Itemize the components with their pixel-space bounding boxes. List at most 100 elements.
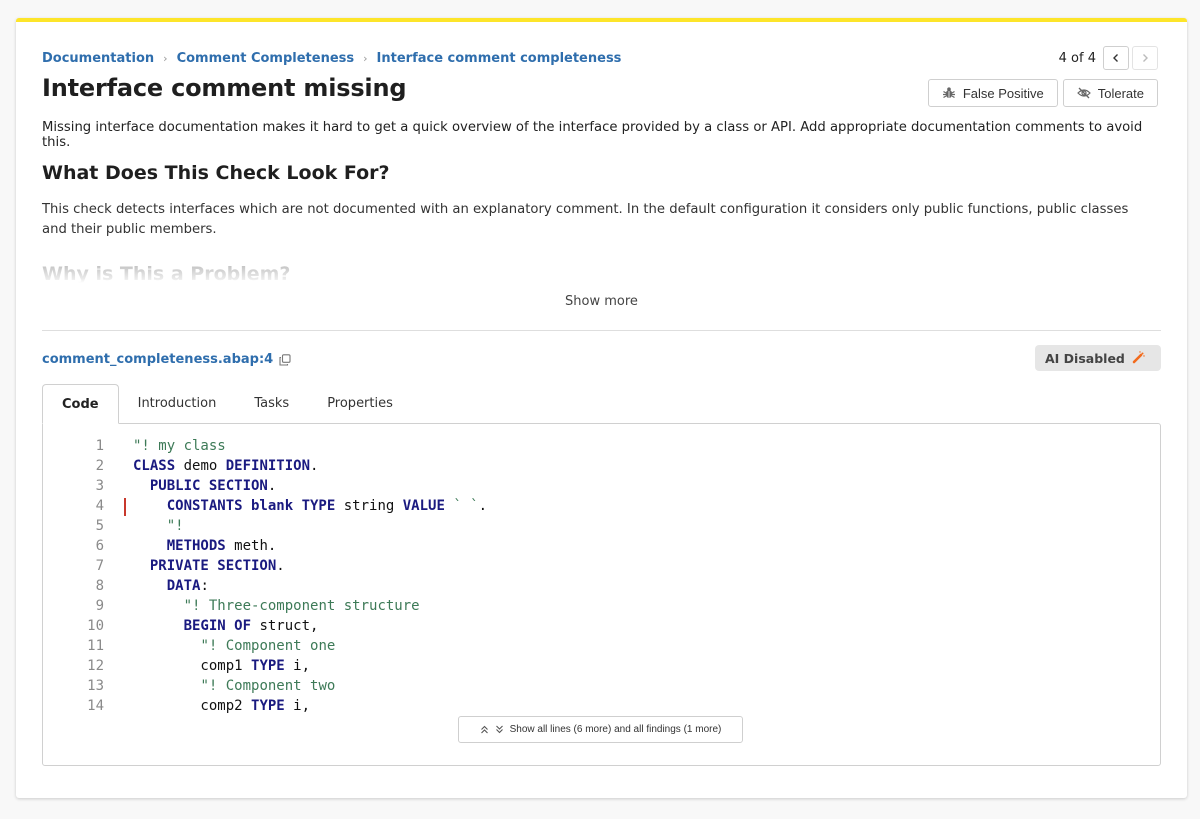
code-line: 5 "! [43, 516, 487, 536]
line-number: 14 [87, 698, 104, 714]
code-keyword: METHODS [166, 538, 226, 554]
code-text: "! [104, 516, 184, 536]
code-token: comp2 [133, 698, 252, 714]
code-line: 13 "! Component two [43, 676, 487, 696]
false-positive-label: False Positive [962, 85, 1044, 101]
eye-slash-icon [1076, 87, 1091, 99]
line-number: 8 [95, 578, 104, 594]
code-line: 3 PUBLIC SECTION. [43, 476, 487, 496]
chevrons-down-icon [495, 725, 503, 734]
ai-status-label: AI Disabled [1045, 350, 1125, 366]
code-token: . [276, 558, 285, 574]
line-number: 7 [95, 558, 104, 574]
code-keyword: PUBLIC SECTION [149, 478, 268, 494]
pager-count: 4 of 4 [1058, 50, 1096, 66]
code-token: . [267, 478, 277, 494]
code-token: comp1 [133, 658, 252, 674]
show-all-lines-button[interactable]: Show all lines (6 more) and all findings… [458, 716, 743, 743]
code-line: 7 PRIVATE SECTION. [43, 556, 487, 576]
show-more-link[interactable]: Show more [16, 294, 1187, 309]
tab-introduction[interactable]: Introduction [119, 384, 236, 424]
code-token: struct, [251, 618, 319, 634]
finding-marker[interactable] [124, 498, 126, 516]
code-keyword: TYPE [251, 698, 285, 714]
file-location-link[interactable]: comment_completeness.abap:4 [42, 352, 273, 367]
code-text: CONSTANTS blank TYPE string VALUE ` `. [104, 496, 487, 516]
detail-tabs: Code Introduction Tasks Properties [42, 384, 412, 424]
chevron-left-icon [1113, 54, 1118, 62]
code-token: string [335, 498, 403, 514]
code-token: . [310, 458, 319, 474]
section-body-what: This check detects interfaces which are … [42, 202, 1129, 237]
code-token: i, [284, 698, 311, 714]
code-comment: "! [166, 518, 184, 534]
code-comment: "! Component two [200, 678, 336, 694]
code-text: METHODS meth. [104, 536, 277, 556]
code-text: DATA: [104, 576, 209, 596]
code-text: "! Component two [104, 676, 335, 696]
tolerate-label: Tolerate [1097, 85, 1144, 101]
chevron-right-icon [1143, 54, 1148, 62]
code-line: 12 comp1 TYPE i, [43, 656, 487, 676]
breadcrumb-documentation[interactable]: Documentation [42, 51, 154, 66]
page-title: Interface comment missing [42, 74, 407, 102]
breadcrumb-comment-completeness[interactable]: Comment Completeness [177, 51, 355, 66]
line-number: 5 [95, 518, 104, 534]
line-number: 9 [95, 598, 104, 614]
line-number: 10 [87, 618, 104, 634]
tab-properties[interactable]: Properties [308, 384, 412, 424]
line-number: 4 [95, 498, 104, 514]
code-line: 11 "! Component one [43, 636, 487, 656]
code-text: "! Three-component structure [104, 596, 420, 616]
code-keyword: PRIVATE SECTION [149, 558, 277, 574]
previous-finding-button[interactable] [1103, 46, 1129, 70]
code-view: 1 "! my class 2 CLASS demo DEFINITION. 3 PUB… [43, 436, 487, 716]
tab-tasks[interactable]: Tasks [235, 384, 308, 424]
breadcrumb-interface-comment-completeness[interactable]: Interface comment completeness [377, 51, 622, 66]
code-text: CLASS demo DEFINITION. [104, 456, 318, 476]
section-heading-what: What Does This Check Look For? [42, 162, 390, 184]
tab-code[interactable]: Code [42, 384, 119, 424]
tolerate-button[interactable]: Tolerate [1062, 79, 1158, 107]
finding-description: Missing interface documentation makes it… [42, 120, 1143, 150]
code-line: 9 "! Three-component structure [43, 596, 487, 616]
line-number: 1 [95, 438, 104, 454]
chevrons-up-icon [480, 725, 488, 734]
code-panel: 1 "! my class 2 CLASS demo DEFINITION. 3 PUB… [42, 423, 1161, 766]
ai-status-badge: AI Disabled [1035, 345, 1161, 371]
copy-icon[interactable] [279, 353, 291, 366]
file-location: comment_completeness.abap:4 [42, 352, 291, 367]
code-token: . [478, 498, 488, 514]
code-comment: "! Component one [200, 638, 336, 654]
finding-pager: 4 of 4 [1059, 46, 1158, 70]
code-text: "! my class [104, 436, 226, 456]
code-keyword: BEGIN OF [183, 618, 252, 634]
code-comment: ` ` [444, 498, 479, 514]
show-all-lines-label: Show all lines (6 more) and all findings… [509, 724, 722, 735]
section-heading-why: Why is This a Problem? [42, 263, 291, 283]
chevron-right-icon: › [163, 52, 168, 65]
code-token: : [200, 578, 209, 594]
code-text: comp2 TYPE i, [104, 696, 310, 716]
next-finding-button[interactable] [1132, 46, 1158, 70]
code-text: PUBLIC SECTION. [104, 476, 276, 496]
line-number: 6 [95, 538, 104, 554]
code-line: 14 comp2 TYPE i, [43, 696, 487, 716]
line-number: 2 [95, 458, 104, 474]
code-keyword: CLASS [133, 458, 176, 474]
divider [42, 330, 1161, 331]
line-number: 13 [87, 678, 104, 694]
code-text: PRIVATE SECTION. [104, 556, 285, 576]
false-positive-button[interactable]: False Positive [927, 79, 1058, 107]
code-line: 8 DATA: [43, 576, 487, 596]
code-token: demo [175, 458, 226, 474]
code-token: meth. [225, 538, 277, 554]
finding-actions: False Positive Tolerate [927, 79, 1158, 107]
